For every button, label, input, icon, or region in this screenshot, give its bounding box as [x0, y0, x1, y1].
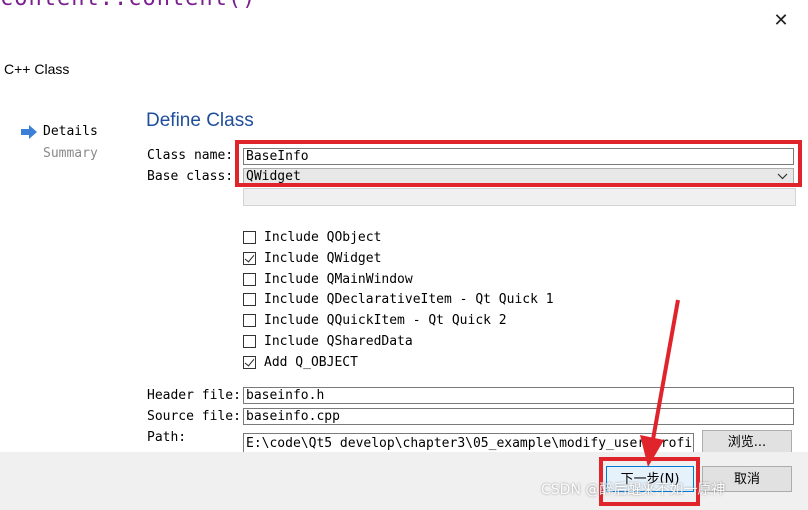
option-label: Include QDeclarativeItem - Qt Quick 1 [264, 291, 554, 307]
option-include-qobject[interactable]: Include QObject [243, 228, 381, 246]
checkbox-checked[interactable] [243, 251, 256, 265]
option-label: Include QWidget [264, 250, 382, 266]
option-include-qquickitem[interactable]: Include QQuickItem - Qt Quick 2 [243, 311, 507, 329]
option-add-q-object[interactable]: Add Q_OBJECT [243, 353, 358, 371]
header-file-input[interactable]: baseinfo.h [243, 387, 794, 404]
step-summary: Summary [43, 146, 98, 161]
source-file-input[interactable]: baseinfo.cpp [243, 408, 794, 425]
step-details: Details [43, 124, 98, 139]
path-input[interactable]: E:\code\Qt5 develop\chapter3\05_example\… [243, 433, 694, 453]
path-label: Path: [147, 430, 187, 445]
option-label: Include QObject [264, 229, 382, 245]
option-include-qshareddata[interactable]: Include QSharedData [243, 332, 413, 350]
annotation-arrow-icon [640, 299, 680, 467]
highlight-box-class-fields [235, 140, 802, 187]
checkbox[interactable] [243, 292, 256, 306]
option-include-qwidget[interactable]: Include QWidget [243, 249, 381, 267]
checkbox[interactable] [243, 230, 256, 244]
header-file-label: Header file: [147, 388, 241, 403]
watermark-text: CSDN @醉后醒来不如一原神 [541, 482, 726, 498]
close-icon[interactable]: ✕ [770, 10, 792, 32]
page-title: Define Class [146, 110, 254, 131]
option-label: Add Q_OBJECT [264, 354, 358, 370]
option-include-qmainwindow[interactable]: Include QMainWindow [243, 270, 413, 288]
class-name-label: Class name: [147, 148, 234, 163]
source-file-label: Source file: [147, 409, 241, 424]
option-label: Include QMainWindow [264, 271, 413, 287]
checkbox-checked[interactable] [243, 355, 256, 369]
option-label: Include QQuickItem - Qt Quick 2 [264, 312, 507, 328]
window-title: C++ Class [4, 61, 70, 77]
browse-button[interactable]: 浏览... [702, 430, 792, 454]
background-code-text: content::content() [0, 0, 256, 11]
checkbox[interactable] [243, 334, 256, 348]
base-class-details-box [243, 188, 796, 206]
option-label: Include QSharedData [264, 333, 413, 349]
option-include-qdeclarativeitem[interactable]: Include QDeclarativeItem - Qt Quick 1 [243, 290, 554, 308]
checkbox[interactable] [243, 272, 256, 286]
arrow-right-icon [21, 125, 37, 139]
checkbox[interactable] [243, 313, 256, 327]
base-class-label: Base class: [147, 169, 234, 184]
